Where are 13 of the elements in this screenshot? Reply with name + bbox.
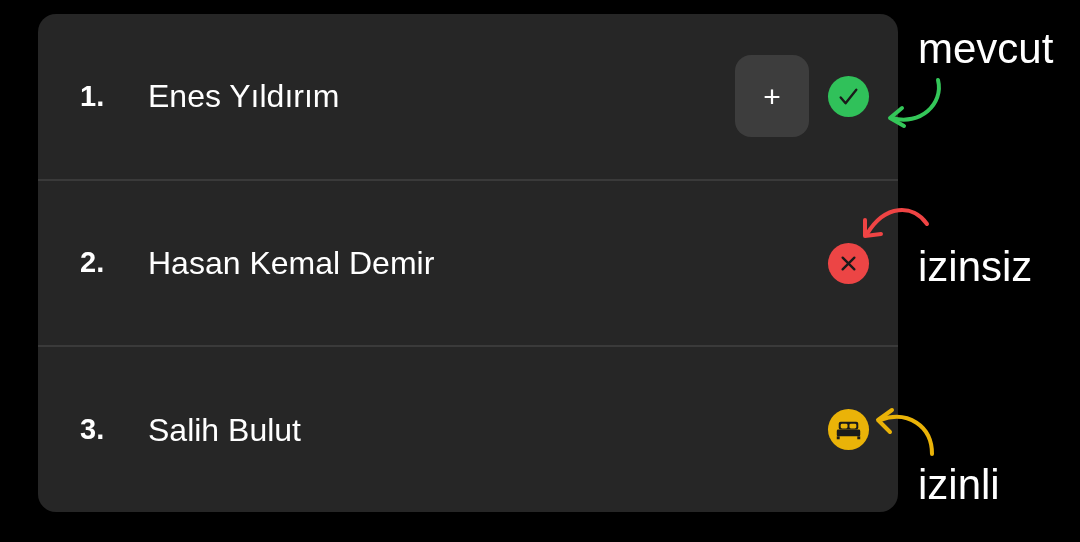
person-name: Hasan Kemal Demir (148, 244, 436, 283)
row-number: 3. (80, 411, 106, 447)
person-name: Enes Yıldırım (148, 77, 341, 117)
cross-icon (827, 241, 870, 285)
check-icon (827, 74, 870, 118)
annotation-label: mevcut (918, 28, 1054, 70)
annotation-label: izinli (918, 464, 1000, 506)
bed-icon (827, 408, 870, 452)
person-name: Salih Bulut (148, 410, 302, 450)
row-number: 2. (80, 245, 106, 281)
row-number: 1. (80, 78, 106, 114)
add-button[interactable]: + (735, 55, 809, 138)
annotation-label: izinsiz (918, 246, 1033, 288)
